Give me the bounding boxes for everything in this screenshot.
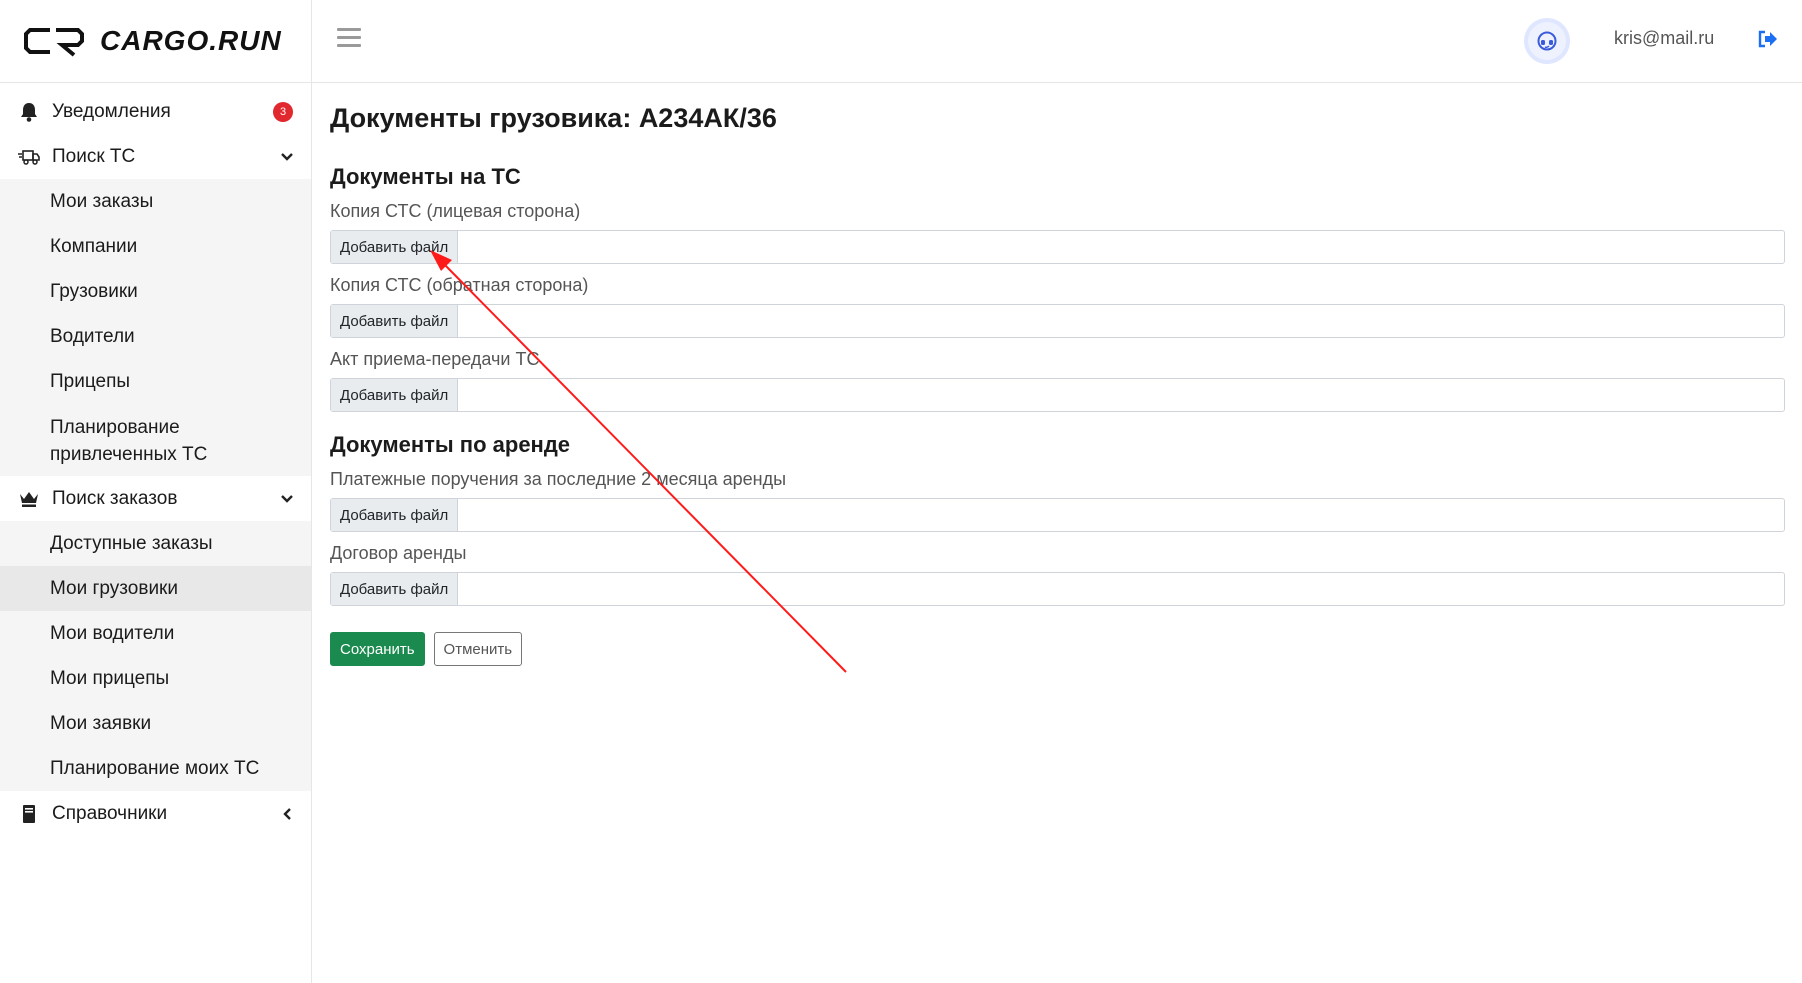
file-input-acceptance-act[interactable]: Добавить файл — [330, 378, 1785, 412]
file-name-display — [458, 379, 1784, 411]
sidebar-item-planning-hired[interactable]: Планирование привлеченных ТС — [0, 404, 311, 476]
sidebar-item-search-orders[interactable]: Поиск заказов — [0, 476, 311, 521]
file-input-rent-contract[interactable]: Добавить файл — [330, 572, 1785, 606]
top-header: kris@mail.ru — [312, 0, 1802, 83]
sidebar-item-references[interactable]: Справочники — [0, 791, 311, 836]
sidebar-item-my-trailers[interactable]: Мои прицепы — [0, 656, 311, 701]
file-input-payment-orders[interactable]: Добавить файл — [330, 498, 1785, 532]
logout-icon[interactable] — [1758, 30, 1778, 50]
add-file-button[interactable]: Добавить файл — [331, 499, 459, 531]
cancel-button[interactable]: Отменить — [433, 632, 523, 666]
file-name-display — [458, 499, 1784, 531]
crown-icon — [18, 488, 40, 510]
truck-icon — [18, 146, 40, 168]
submenu-search-orders: Доступные заказы Мои грузовики Мои водит… — [0, 521, 311, 791]
add-file-button[interactable]: Добавить файл — [331, 573, 459, 605]
form-actions: Сохранить Отменить — [330, 632, 1785, 666]
sidebar-item-search-vehicles[interactable]: Поиск ТС — [0, 134, 311, 179]
section-title-vehicle-docs: Документы на ТС — [330, 164, 521, 189]
book-icon — [18, 803, 40, 825]
field-label: Копия СТС (обратная сторона) — [330, 275, 589, 295]
bell-icon — [18, 101, 40, 123]
file-name-display — [458, 305, 1784, 337]
save-button[interactable]: Сохранить — [330, 632, 425, 666]
sidebar-item-label: Поиск заказов — [52, 487, 178, 509]
chevron-down-icon[interactable] — [279, 149, 295, 165]
logo[interactable]: CARGO.RUN — [0, 0, 311, 83]
sidebar-item-notifications[interactable]: Уведомления 3 — [0, 89, 311, 134]
file-input-sts-front[interactable]: Добавить файл — [330, 230, 1785, 264]
field-label: Платежные поручения за последние 2 месяц… — [330, 469, 787, 489]
user-email[interactable]: kris@mail.ru — [1614, 28, 1714, 49]
chevron-left-icon[interactable] — [279, 806, 295, 822]
sidebar-item-label: Планирование привлеченных ТС — [50, 417, 208, 465]
sidebar-item-my-orders[interactable]: Мои заказы — [0, 179, 311, 224]
field-label: Акт приема-передачи ТС — [330, 349, 540, 369]
submenu-search-vehicles: Мои заказы Компании Грузовики Водители П… — [0, 179, 311, 476]
sidebar-item-available-orders[interactable]: Доступные заказы — [0, 521, 311, 566]
sidebar-item-label: Справочники — [52, 802, 168, 824]
sidebar-item-trailers[interactable]: Прицепы — [0, 359, 311, 404]
page-title: Документы грузовика: А234АК/36 — [330, 103, 777, 133]
menu-toggle-icon[interactable] — [337, 28, 361, 50]
logo-text: CARGO.RUN — [100, 25, 282, 56]
sidebar-item-drivers[interactable]: Водители — [0, 314, 311, 359]
add-file-button[interactable]: Добавить файл — [331, 305, 459, 337]
sidebar-menu: Уведомления 3 Поиск ТС Мои заказы Компан… — [0, 89, 311, 836]
chevron-down-icon[interactable] — [279, 491, 295, 507]
file-input-sts-back[interactable]: Добавить файл — [330, 304, 1785, 338]
file-name-display — [458, 231, 1784, 263]
logo-mark-icon — [24, 28, 84, 57]
support-headset-icon[interactable] — [1528, 22, 1566, 60]
file-name-display — [458, 573, 1784, 605]
sidebar: CARGO.RUN Уведомления 3 Поиск ТС Мои зак… — [0, 0, 312, 983]
notification-count-badge: 3 — [273, 101, 293, 122]
sidebar-item-label: Поиск ТС — [52, 145, 136, 167]
sidebar-item-trucks[interactable]: Грузовики — [0, 269, 311, 314]
sidebar-item-label: Уведомления — [52, 100, 171, 122]
field-label: Копия СТС (лицевая сторона) — [330, 201, 581, 221]
add-file-button[interactable]: Добавить файл — [331, 379, 459, 411]
section-title-rent-docs: Документы по аренде — [330, 432, 571, 457]
sidebar-item-my-drivers[interactable]: Мои водители — [0, 611, 311, 656]
sidebar-item-my-trucks[interactable]: Мои грузовики — [0, 566, 311, 611]
sidebar-item-planning-my[interactable]: Планирование моих ТС — [0, 746, 311, 791]
main-content: Документы грузовика: А234АК/36 Документы… — [330, 83, 1785, 666]
sidebar-item-my-requests[interactable]: Мои заявки — [0, 701, 311, 746]
add-file-button[interactable]: Добавить файл — [331, 231, 459, 263]
sidebar-item-companies[interactable]: Компании — [0, 224, 311, 269]
field-label: Договор аренды — [330, 543, 467, 563]
